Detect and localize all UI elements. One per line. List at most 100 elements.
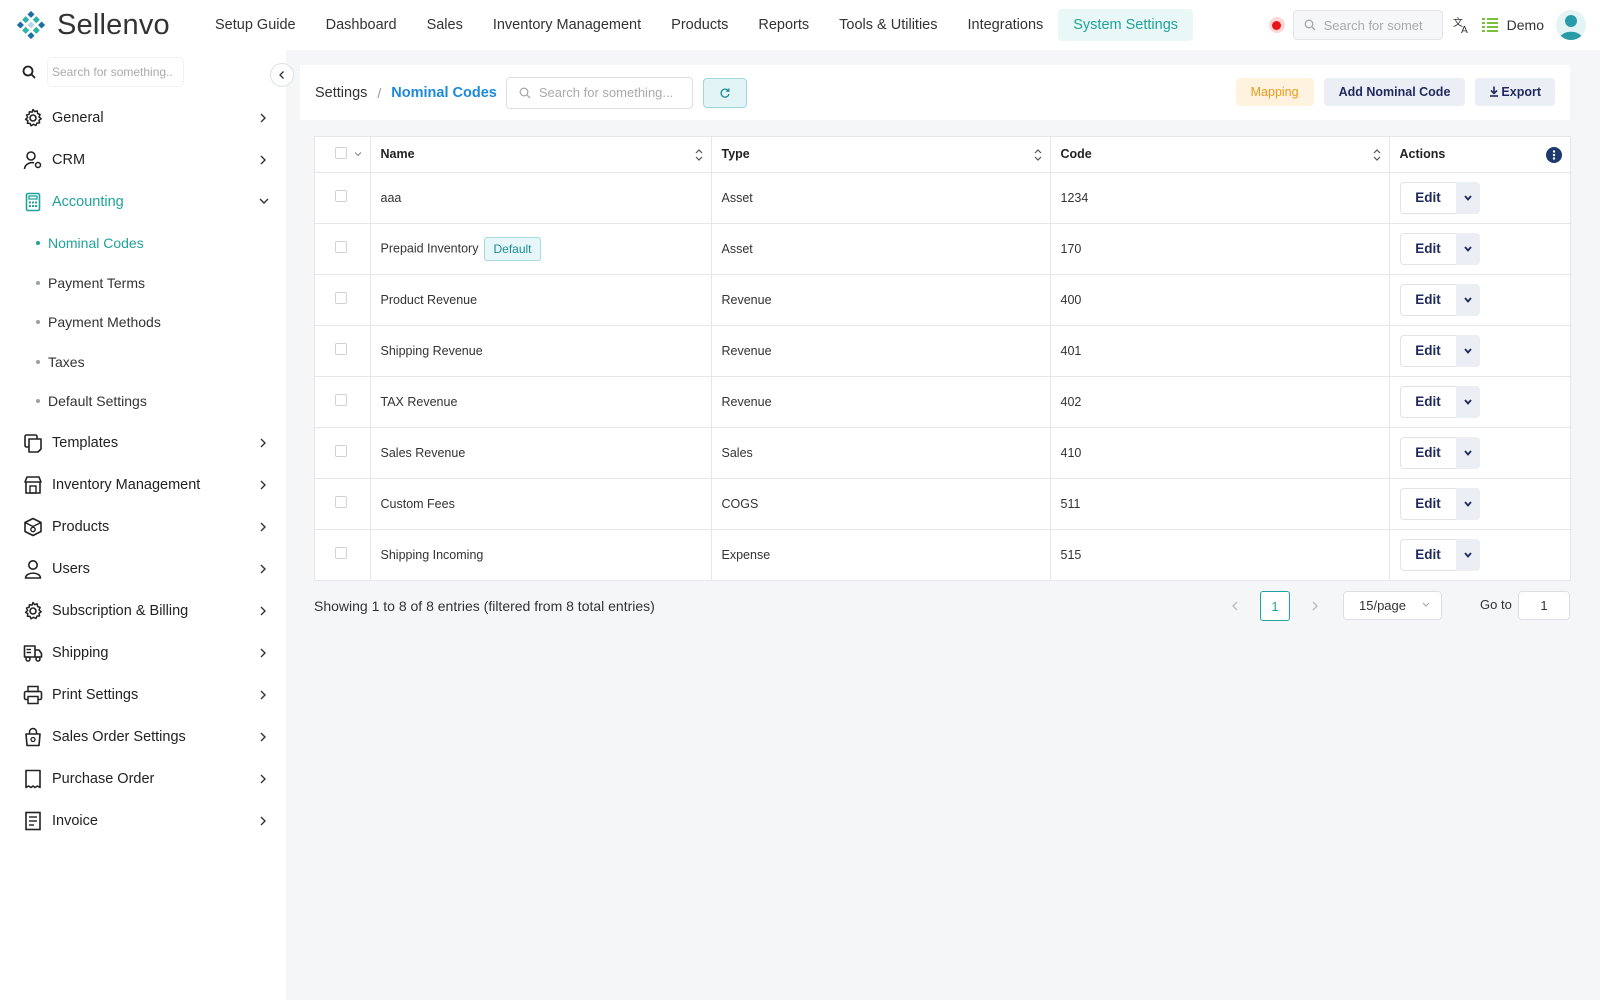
edit-button[interactable]: Edit bbox=[1399, 334, 1456, 367]
mapping-button[interactable]: Mapping bbox=[1235, 78, 1314, 106]
sidebar-item-users[interactable]: Users bbox=[0, 551, 286, 587]
prev-page-button[interactable] bbox=[1220, 591, 1250, 621]
table-row[interactable]: Shipping Incoming Expense 515 Edit bbox=[315, 529, 1572, 580]
goto-page-input[interactable]: 1 bbox=[1518, 591, 1570, 620]
sidebar-item-general[interactable]: General bbox=[0, 100, 286, 136]
table-search-input[interactable]: Search for something... bbox=[505, 76, 693, 109]
avatar[interactable] bbox=[1556, 10, 1586, 40]
refresh-button[interactable] bbox=[702, 77, 747, 108]
record-indicator-icon[interactable] bbox=[1268, 17, 1285, 33]
table-row[interactable]: Prepaid Inventory Default Asset 170 Edit bbox=[315, 223, 1572, 275]
export-button[interactable]: Export bbox=[1475, 78, 1555, 106]
nav-sales[interactable]: Sales bbox=[412, 9, 478, 41]
edit-button[interactable]: Edit bbox=[1399, 436, 1456, 469]
nav-dashboard[interactable]: Dashboard bbox=[311, 9, 412, 41]
breadcrumb-settings[interactable]: Settings bbox=[315, 85, 367, 101]
sort-icon[interactable] bbox=[1373, 148, 1381, 162]
row-checkbox[interactable] bbox=[335, 445, 347, 457]
row-checkbox[interactable] bbox=[335, 241, 347, 253]
chevron-down-icon bbox=[259, 198, 269, 204]
nav-setup-guide[interactable]: Setup Guide bbox=[200, 9, 311, 41]
sidebar-item-subscription-billing[interactable]: Subscription & Billing bbox=[0, 593, 286, 629]
table-row[interactable]: Sales Revenue Sales 410 Edit bbox=[315, 427, 1572, 479]
type-cell: Asset bbox=[711, 172, 1051, 224]
nav-products[interactable]: Products bbox=[656, 9, 743, 41]
nav-integrations[interactable]: Integrations bbox=[952, 9, 1058, 41]
next-page-button[interactable] bbox=[1300, 591, 1330, 621]
sidebar-subitem-taxes[interactable]: Taxes bbox=[0, 347, 286, 377]
column-header-type[interactable]: Type bbox=[711, 137, 1051, 173]
nav-tools-utilities[interactable]: Tools & Utilities bbox=[824, 9, 952, 41]
row-checkbox[interactable] bbox=[335, 343, 347, 355]
sidebar-subitem-payment-terms[interactable]: Payment Terms bbox=[0, 268, 286, 298]
more-actions-dropdown[interactable] bbox=[1455, 487, 1480, 520]
row-checkbox[interactable] bbox=[335, 496, 347, 508]
sidebar-subitem-default-settings[interactable]: Default Settings bbox=[0, 386, 286, 416]
nominal-codes-table: Name Type Code Actions aaa Asset 1234 Ed… bbox=[314, 136, 1572, 581]
row-checkbox[interactable] bbox=[335, 394, 347, 406]
sidebar-subitem-nominal-codes[interactable]: Nominal Codes bbox=[0, 228, 286, 258]
edit-button[interactable]: Edit bbox=[1399, 538, 1456, 571]
user-name[interactable]: Demo bbox=[1507, 17, 1544, 33]
more-actions-dropdown[interactable] bbox=[1455, 232, 1480, 265]
more-actions-dropdown[interactable] bbox=[1455, 538, 1480, 571]
more-actions-dropdown[interactable] bbox=[1455, 283, 1480, 316]
sidebar-item-crm[interactable]: CRM bbox=[0, 142, 286, 178]
table-row[interactable]: TAX Revenue Revenue 402 Edit bbox=[315, 376, 1572, 428]
edit-button-group: Edit bbox=[1399, 436, 1480, 469]
more-actions-dropdown[interactable] bbox=[1455, 181, 1480, 214]
sidebar-item-shipping[interactable]: Shipping bbox=[0, 635, 286, 671]
more-actions-dropdown[interactable] bbox=[1455, 334, 1480, 367]
chevron-left-icon bbox=[279, 71, 284, 79]
select-all-checkbox[interactable] bbox=[335, 146, 347, 159]
sidebar-item-accounting[interactable]: Accounting bbox=[0, 184, 286, 220]
column-header-name[interactable]: Name bbox=[370, 137, 712, 173]
chevron-down-icon bbox=[1463, 500, 1472, 507]
logo[interactable]: Sellenvo bbox=[0, 8, 200, 42]
edit-button[interactable]: Edit bbox=[1399, 487, 1456, 520]
type-cell: Revenue bbox=[711, 325, 1051, 377]
table-row[interactable]: Product Revenue Revenue 400 Edit bbox=[315, 274, 1572, 326]
edit-button[interactable]: Edit bbox=[1399, 283, 1456, 316]
sidebar-item-sales-order-settings[interactable]: Sales Order Settings bbox=[0, 719, 286, 755]
page-number-current[interactable]: 1 bbox=[1260, 591, 1290, 621]
list-settings-icon[interactable] bbox=[1481, 16, 1499, 34]
translate-icon[interactable]: 文A bbox=[1453, 16, 1471, 34]
sort-icon[interactable] bbox=[695, 148, 703, 162]
sidebar-item-print-settings[interactable]: Print Settings bbox=[0, 677, 286, 713]
nav-system-settings[interactable]: System Settings bbox=[1058, 9, 1194, 41]
more-actions-dropdown[interactable] bbox=[1455, 436, 1480, 469]
table-row[interactable]: Shipping Revenue Revenue 401 Edit bbox=[315, 325, 1572, 377]
sidebar-item-templates[interactable]: Templates bbox=[0, 425, 286, 461]
edit-button[interactable]: Edit bbox=[1399, 385, 1456, 418]
row-checkbox[interactable] bbox=[335, 292, 347, 304]
top-search-input[interactable]: Search for somet bbox=[1292, 10, 1443, 40]
sidebar-search-input[interactable]: Search for something.. bbox=[48, 58, 183, 86]
add-nominal-code-button[interactable]: Add Nominal Code bbox=[1323, 78, 1466, 106]
sidebar-item-invoice[interactable]: Invoice bbox=[0, 803, 286, 839]
sidebar-item-purchase-order[interactable]: Purchase Order bbox=[0, 761, 286, 797]
edit-button[interactable]: Edit bbox=[1399, 232, 1456, 265]
per-page-select[interactable]: 15/page bbox=[1343, 591, 1442, 620]
nav-reports[interactable]: Reports bbox=[743, 9, 824, 41]
table-row[interactable]: Custom Fees COGS 511 Edit bbox=[315, 478, 1572, 530]
truck-icon bbox=[22, 642, 44, 664]
download-icon bbox=[1490, 86, 1499, 97]
column-header-code[interactable]: Code bbox=[1050, 137, 1390, 173]
sort-icon[interactable] bbox=[1034, 148, 1042, 162]
edit-button[interactable]: Edit bbox=[1399, 181, 1456, 214]
sidebar-subitem-payment-methods[interactable]: Payment Methods bbox=[0, 307, 286, 337]
chevron-down-icon[interactable] bbox=[354, 151, 362, 157]
column-settings-icon[interactable] bbox=[1546, 147, 1562, 163]
per-page-value: 15/page bbox=[1359, 598, 1406, 613]
table-row[interactable]: aaa Asset 1234 Edit bbox=[315, 172, 1572, 224]
row-checkbox[interactable] bbox=[335, 190, 347, 202]
sidebar-item-products[interactable]: Products bbox=[0, 509, 286, 545]
more-actions-dropdown[interactable] bbox=[1455, 385, 1480, 418]
collapse-sidebar-button[interactable] bbox=[270, 63, 294, 87]
name-cell: Prepaid Inventory Default bbox=[370, 223, 712, 275]
row-checkbox[interactable] bbox=[335, 547, 347, 560]
nav-inventory-management[interactable]: Inventory Management bbox=[478, 9, 656, 41]
sidebar-item-inventory-management[interactable]: Inventory Management bbox=[0, 467, 286, 503]
chevron-down-icon bbox=[1463, 347, 1472, 354]
